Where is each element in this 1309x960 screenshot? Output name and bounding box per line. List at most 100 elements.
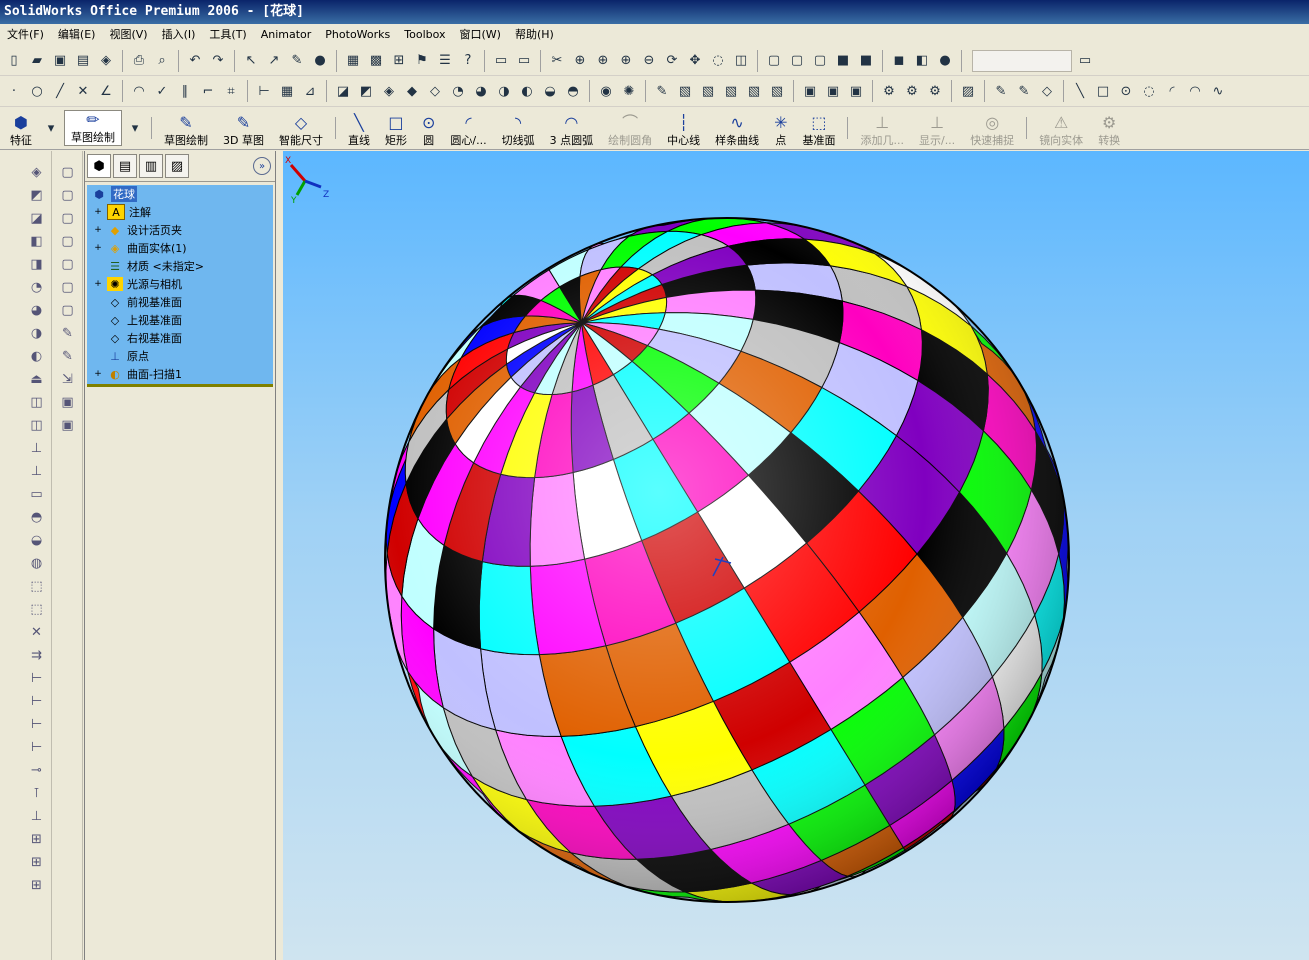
spline-small-icon[interactable]: ∿	[1208, 81, 1228, 101]
hidden-lines-removed-icon[interactable]: ▢	[810, 51, 830, 71]
roll-view-icon[interactable]: ◌	[708, 51, 728, 71]
sketch-box-icon[interactable]: ⬚	[27, 577, 47, 596]
sketch-tool-icon[interactable]: ✎	[58, 324, 78, 343]
dotted-circle-icon[interactable]: ◌	[1139, 81, 1159, 101]
menu-animator[interactable]: Animator	[254, 24, 319, 46]
zoom-in-out-icon[interactable]: ⊕	[616, 51, 636, 71]
instant-icon[interactable]: ⊞	[389, 51, 409, 71]
menu-tools[interactable]: 工具(T)	[202, 24, 253, 46]
cmd-circle[interactable]: ⊙ 圆	[416, 108, 441, 148]
relation4-icon[interactable]: ⊢	[27, 738, 47, 757]
redo-icon[interactable]: ↷	[208, 51, 228, 71]
section-view-icon[interactable]: ✂	[547, 51, 567, 71]
menu-photoworks[interactable]: PhotoWorks	[318, 24, 397, 46]
edit-sketch-icon[interactable]: ✎	[652, 81, 672, 101]
configuration-combo[interactable]	[972, 49, 1072, 72]
shadow-icon[interactable]: ◼	[889, 51, 909, 71]
tree-item[interactable]: ◇ 前视基准面	[87, 293, 273, 311]
property-manager-tab[interactable]: ▤	[113, 154, 137, 178]
expand-icon[interactable]: +	[93, 279, 103, 289]
sketch-fix-icon[interactable]: ✎	[991, 81, 1011, 101]
flex-feature-icon[interactable]: ◓	[27, 508, 47, 527]
appearance-icon[interactable]: ◉	[596, 81, 616, 101]
toolbox2-icon[interactable]: ⚙	[902, 81, 922, 101]
front-view-icon[interactable]: ▢	[58, 163, 78, 182]
cmd-spline[interactable]: ∿ 样条曲线	[709, 108, 765, 148]
tree-item[interactable]: ⊥ 原点	[87, 347, 273, 365]
cut-extrude-icon[interactable]: ◨	[27, 255, 47, 274]
menu-edit[interactable]: 编辑(E)	[51, 24, 103, 46]
relation9-icon[interactable]: ⊞	[27, 853, 47, 872]
paste-tool-icon[interactable]: ▣	[58, 416, 78, 435]
brick-icon[interactable]: ▩	[366, 51, 386, 71]
top-view-icon[interactable]: ▢	[58, 255, 78, 274]
pan-icon[interactable]: ✥	[685, 51, 705, 71]
options-icon[interactable]: ☰	[435, 51, 455, 71]
draft-feature-icon[interactable]: ⏏	[27, 370, 47, 389]
bottom-view-icon[interactable]: ▢	[58, 278, 78, 297]
line-small-icon[interactable]: ╲	[1070, 81, 1090, 101]
hole-feature-icon[interactable]: ◫	[27, 393, 47, 412]
select-arrow-icon[interactable]: ↖	[241, 51, 261, 71]
render3-icon[interactable]: ▣	[846, 81, 866, 101]
relation10-icon[interactable]: ⊞	[27, 876, 47, 895]
graphics-area[interactable]: X Y Z	[283, 151, 1309, 960]
photoworks-tab[interactable]: ▨	[165, 154, 189, 178]
cmd-convert-entities[interactable]: ⚙ 转换	[1092, 108, 1126, 148]
image-icon[interactable]: ▧	[675, 81, 695, 101]
cmd-3d-sketch[interactable]: ✎ 3D 草图	[217, 108, 270, 148]
cmd-quick-snap[interactable]: ◎ 快速捕捉	[964, 108, 1020, 148]
chevron-down-icon[interactable]: ▾	[41, 118, 61, 138]
cmd-plane[interactable]: ⬚ 基准面	[796, 108, 841, 148]
cmd-three-point-arc[interactable]: ◠ 3 点圆弧	[544, 108, 600, 148]
help-icon[interactable]: ?	[458, 51, 478, 71]
menu-insert[interactable]: 插入(I)	[155, 24, 203, 46]
magnify-page-icon[interactable]: ⌕	[152, 51, 172, 71]
sketch-grid-icon[interactable]: ⬚	[27, 600, 47, 619]
tree-item[interactable]: ☰ 材质 <未指定>	[87, 257, 273, 275]
trim-entities-icon[interactable]: ✕	[27, 623, 47, 642]
chevron-down-icon[interactable]: ▾	[125, 118, 145, 138]
select-other-icon[interactable]: ↗	[264, 51, 284, 71]
relation2-icon[interactable]: ⊢	[27, 692, 47, 711]
rib-feature-icon[interactable]: ◑	[27, 324, 47, 343]
tree-item[interactable]: + A 注解	[87, 203, 273, 221]
extrude-boss-icon[interactable]: ◈	[27, 163, 47, 182]
expand-icon[interactable]: +	[93, 225, 103, 235]
tree-item[interactable]: + ◈ 曲面实体(1)	[87, 239, 273, 257]
left-view-icon[interactable]: ▢	[58, 209, 78, 228]
cmd-point[interactable]: ✳ 点	[768, 108, 793, 148]
cmd-centerline[interactable]: ┆ 中心线	[661, 108, 706, 148]
cmd-add-relation[interactable]: ⊥ 添加几...	[854, 108, 910, 148]
zoom-area-icon[interactable]: ⊕	[593, 51, 613, 71]
rect-small-icon[interactable]: □	[1093, 81, 1113, 101]
mirror-feature-icon[interactable]: ⊥	[27, 462, 47, 481]
traffic-light-icon[interactable]: ●	[310, 51, 330, 71]
sketch-fix2-icon[interactable]: ✎	[1014, 81, 1034, 101]
expand-icon[interactable]: +	[93, 369, 103, 379]
chamfer-feature-icon[interactable]: ◕	[27, 301, 47, 320]
perspective-icon[interactable]: ◧	[912, 51, 932, 71]
cmd-rectangle[interactable]: □ 矩形	[379, 108, 413, 148]
render2-icon[interactable]: ▣	[823, 81, 843, 101]
tree-root[interactable]: ⬢ 花球	[87, 185, 273, 203]
relation5-icon[interactable]: ⊸	[27, 761, 47, 780]
isometric-view-icon[interactable]: ▢	[58, 301, 78, 320]
cmd-feature[interactable]: ⬢ 特征	[4, 108, 38, 148]
menu-view[interactable]: 视图(V)	[102, 24, 154, 46]
toolbox3-icon[interactable]: ⚙	[925, 81, 945, 101]
open-folder-icon[interactable]: ▰	[27, 51, 47, 71]
cmd-mirror-entities[interactable]: ⚠ 镜向实体	[1033, 108, 1089, 148]
render-icon[interactable]: ▣	[800, 81, 820, 101]
wireframe-icon[interactable]: ▢	[764, 51, 784, 71]
image4-icon[interactable]: ▧	[744, 81, 764, 101]
revolve-boss-icon[interactable]: ◩	[27, 186, 47, 205]
relation8-icon[interactable]: ⊞	[27, 830, 47, 849]
relation7-icon[interactable]: ⊥	[27, 807, 47, 826]
relation3-icon[interactable]: ⊢	[27, 715, 47, 734]
back-view-icon[interactable]: ▢	[58, 186, 78, 205]
wrap-feature-icon[interactable]: ◍	[27, 554, 47, 573]
tree-item[interactable]: + ◆ 设计活页夹	[87, 221, 273, 239]
deform-feature-icon[interactable]: ▭	[27, 485, 47, 504]
menu-file[interactable]: 文件(F)	[0, 24, 51, 46]
